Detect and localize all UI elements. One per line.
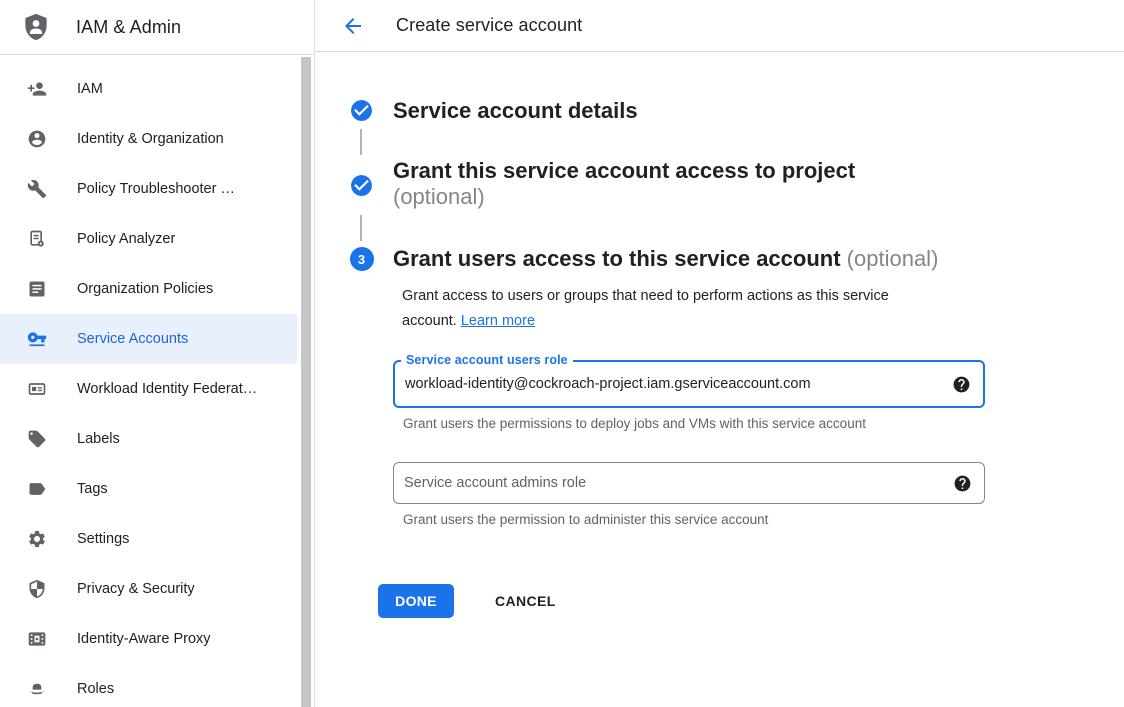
- iam-admin-shield-icon: [20, 11, 52, 43]
- step-2-title-text: Grant this service account access to pro…: [393, 158, 855, 183]
- sidebar-item-label: Privacy & Security: [77, 581, 195, 597]
- sidebar: IAM & Admin IAM Identity & Organization: [0, 0, 315, 707]
- users-role-input[interactable]: [395, 362, 952, 406]
- sidebar-item-tags[interactable]: Tags: [0, 464, 314, 514]
- sidebar-title: IAM & Admin: [76, 17, 181, 38]
- service-account-users-role-field: Service account users role: [393, 360, 985, 408]
- sidebar-item-label: Labels: [77, 431, 120, 447]
- step-3-number-badge: 3: [349, 247, 374, 272]
- person-add-icon: [27, 79, 47, 99]
- sidebar-header: IAM & Admin: [0, 0, 314, 55]
- sidebar-item-service-accounts[interactable]: Service Accounts: [0, 314, 297, 364]
- service-account-key-icon: [27, 329, 47, 349]
- form-actions: DONE CANCEL: [378, 584, 1124, 618]
- badge-card-icon: [27, 379, 47, 399]
- tag-arrow-icon: [27, 479, 47, 499]
- label-tag-icon: [27, 429, 47, 449]
- step-3-optional-label: (optional): [847, 246, 939, 271]
- check-circle-icon: [349, 173, 374, 198]
- sidebar-item-roles[interactable]: Roles: [0, 664, 314, 707]
- users-role-helper-text: Grant users the permissions to deploy jo…: [403, 416, 993, 431]
- step-number: 3: [350, 247, 374, 271]
- page-header: Create service account: [315, 0, 1124, 52]
- step-1-title: Service account details: [393, 98, 638, 124]
- hat-icon: [27, 679, 47, 699]
- back-arrow-button[interactable]: [341, 14, 365, 38]
- sidebar-item-iam[interactable]: IAM: [0, 64, 314, 114]
- users-role-field-label: Service account users role: [401, 353, 573, 367]
- sidebar-item-workload-identity-federation[interactable]: Workload Identity Federat…: [0, 364, 314, 414]
- sidebar-item-identity-organization[interactable]: Identity & Organization: [0, 114, 314, 164]
- step-1-service-account-details: Service account details: [349, 98, 1124, 124]
- page-title: Create service account: [396, 15, 582, 36]
- sidebar-item-label: Workload Identity Federat…: [77, 381, 257, 397]
- step-3-title: Grant users access to this service accou…: [393, 246, 938, 272]
- step-3-body: Grant access to users or groups that nee…: [393, 284, 993, 527]
- sidebar-item-label: IAM: [77, 81, 103, 97]
- shield-half-icon: [27, 579, 47, 599]
- sidebar-item-label: Identity-Aware Proxy: [77, 631, 211, 647]
- step-2-optional-label: (optional): [393, 184, 485, 209]
- sidebar-item-label: Service Accounts: [77, 331, 188, 347]
- account-circle-icon: [27, 129, 47, 149]
- proxy-icon: [27, 629, 47, 649]
- main-panel: Create service account Service account d…: [315, 0, 1124, 707]
- sidebar-item-identity-aware-proxy[interactable]: Identity-Aware Proxy: [0, 614, 314, 664]
- help-icon[interactable]: [953, 474, 972, 493]
- sidebar-item-label: Policy Analyzer: [77, 231, 175, 247]
- article-icon: [27, 279, 47, 299]
- step-connector: [360, 129, 362, 155]
- step-2-grant-access-to-project: Grant this service account access to pro…: [349, 160, 1124, 210]
- sidebar-scrollbar[interactable]: [301, 57, 311, 707]
- create-service-account-form: Service account details Grant this servi…: [315, 52, 1124, 618]
- wrench-icon: [27, 179, 47, 199]
- sidebar-nav: IAM Identity & Organization Policy Troub…: [0, 55, 314, 707]
- step-3-description: Grant access to users or groups that nee…: [402, 284, 947, 334]
- document-gear-icon: [27, 229, 47, 249]
- app-window: IAM & Admin IAM Identity & Organization: [0, 0, 1124, 707]
- sidebar-item-settings[interactable]: Settings: [0, 514, 314, 564]
- gear-icon: [27, 529, 47, 549]
- check-circle-icon: [349, 98, 374, 123]
- admins-role-helper-text: Grant users the permission to administer…: [403, 512, 993, 527]
- sidebar-item-label: Tags: [77, 481, 108, 497]
- sidebar-item-label: Settings: [77, 531, 129, 547]
- admins-role-input[interactable]: [394, 463, 953, 503]
- sidebar-item-policy-analyzer[interactable]: Policy Analyzer: [0, 214, 314, 264]
- sidebar-item-label: Policy Troubleshooter …: [77, 181, 235, 197]
- sidebar-item-labels[interactable]: Labels: [0, 414, 314, 464]
- sidebar-item-privacy-security[interactable]: Privacy & Security: [0, 564, 314, 614]
- learn-more-link[interactable]: Learn more: [461, 313, 535, 329]
- step-connector: [360, 215, 362, 241]
- step-3-grant-users-access: 3 Grant users access to this service acc…: [349, 246, 1124, 272]
- help-icon[interactable]: [952, 375, 971, 394]
- sidebar-item-organization-policies[interactable]: Organization Policies: [0, 264, 314, 314]
- service-account-admins-role-field: [393, 462, 985, 504]
- sidebar-item-label: Identity & Organization: [77, 131, 224, 147]
- sidebar-item-policy-troubleshooter[interactable]: Policy Troubleshooter …: [0, 164, 314, 214]
- done-button[interactable]: DONE: [378, 584, 454, 618]
- cancel-button[interactable]: CANCEL: [483, 585, 568, 617]
- step-3-title-text: Grant users access to this service accou…: [393, 246, 841, 271]
- sidebar-item-label: Organization Policies: [77, 281, 213, 297]
- sidebar-item-label: Roles: [77, 681, 114, 697]
- step-2-title: Grant this service account access to pro…: [393, 158, 855, 210]
